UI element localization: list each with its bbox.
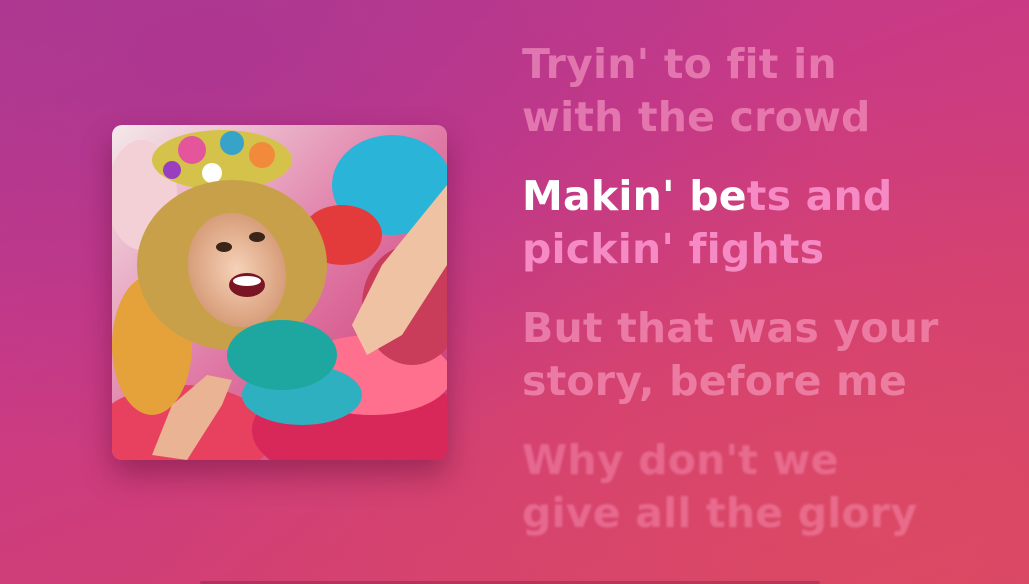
album-artwork[interactable] bbox=[112, 125, 447, 460]
lyric-line-previous[interactable]: Tryin' to fit in with the crowd bbox=[522, 38, 1002, 144]
lyric-row: story, before me bbox=[522, 357, 907, 405]
lyrics-panel: Tryin' to fit in with the crowd Makin' b… bbox=[522, 38, 1002, 540]
lyric-row: pickin' fights bbox=[522, 225, 825, 273]
lyric-sung-portion: Makin' be bbox=[522, 172, 747, 220]
lyric-row: Why don't we bbox=[522, 436, 839, 484]
lyric-unsung-portion: ts and bbox=[746, 172, 893, 220]
lyric-row: Makin' bets and bbox=[522, 170, 1002, 223]
lyric-row: with the crowd bbox=[522, 93, 871, 141]
lyric-row: give all the glory bbox=[522, 489, 918, 537]
lyric-row: But that was your bbox=[522, 304, 939, 352]
album-artwork-image bbox=[112, 125, 447, 460]
lyric-line-next[interactable]: But that was your story, before me bbox=[522, 302, 1002, 408]
lyric-line-upcoming[interactable]: Why don't we give all the glory bbox=[522, 434, 1002, 540]
lyric-line-current[interactable]: Makin' bets and pickin' fights bbox=[522, 170, 1002, 276]
lyric-row: Tryin' to fit in bbox=[522, 40, 837, 88]
